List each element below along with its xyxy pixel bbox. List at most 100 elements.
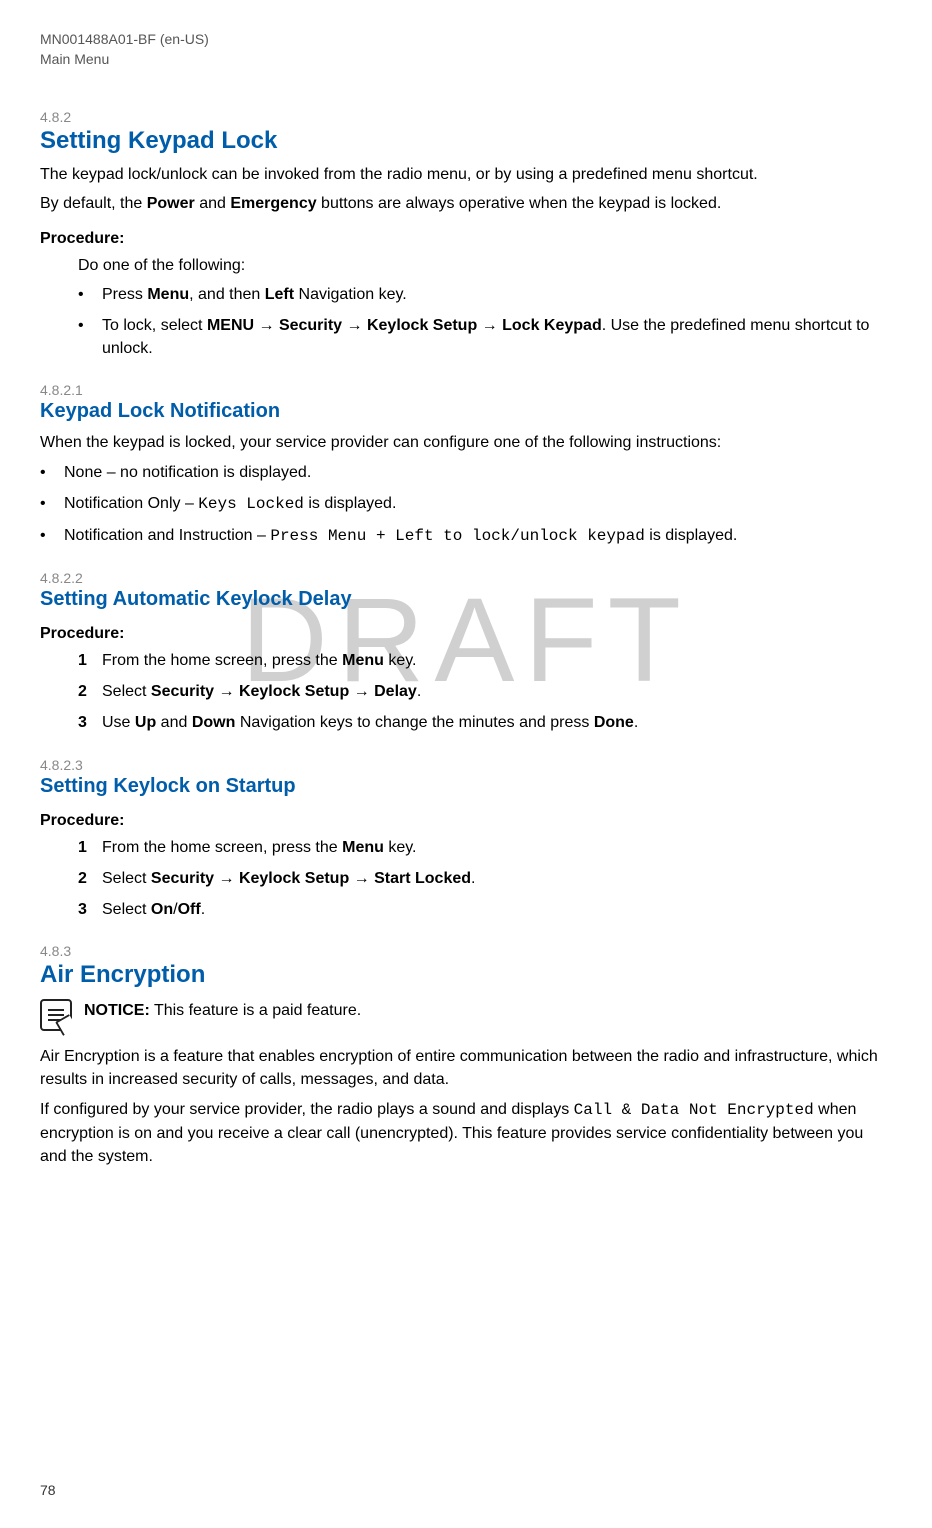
bold-text: Left — [265, 286, 294, 303]
text: is displayed. — [304, 495, 397, 512]
bold-text: Security — [279, 317, 342, 334]
text: key. — [384, 839, 417, 856]
page-content: 4.8.2 Setting Keypad Lock The keypad loc… — [40, 109, 892, 1168]
text: → — [349, 870, 374, 887]
text: This feature is a paid feature. — [150, 1002, 361, 1019]
monospace-text: Call & Data Not Encrypted — [574, 1101, 814, 1119]
section-title: Keypad Lock Notification — [40, 400, 892, 423]
bold-text: Keylock Setup — [239, 870, 349, 887]
bold-text: Off — [178, 901, 201, 918]
numbered-list: 1 From the home screen, press the Menu k… — [78, 649, 892, 735]
bold-text: Up — [135, 714, 156, 731]
list-item: To lock, select MENU → Security → Keyloc… — [78, 314, 892, 360]
section-title: Setting Automatic Keylock Delay — [40, 588, 892, 611]
bold-text: Done — [594, 714, 634, 731]
text: Select — [102, 683, 151, 700]
text: buttons are always operative when the ke… — [317, 195, 722, 212]
bold-text: Emergency — [230, 195, 316, 212]
section-title: Setting Keylock on Startup — [40, 775, 892, 798]
text: Select — [102, 870, 151, 887]
text: Use — [102, 714, 135, 731]
page-header: MN001488A01-BF (en-US) Main Menu — [40, 30, 892, 69]
text: Notification and Instruction – — [64, 527, 270, 544]
text: Navigation keys to change the minutes an… — [235, 714, 593, 731]
text: From the home screen, press the — [102, 839, 342, 856]
text: → — [477, 317, 502, 334]
procedure-label: Procedure: — [40, 625, 892, 643]
text: From the home screen, press the — [102, 652, 342, 669]
notice-text: NOTICE: This feature is a paid feature. — [84, 999, 361, 1022]
bold-text: Down — [192, 714, 236, 731]
section-path: Main Menu — [40, 50, 892, 70]
bold-text: Lock Keypad — [502, 317, 602, 334]
body-text: When the keypad is locked, your service … — [40, 431, 892, 454]
text: → — [254, 317, 279, 334]
bold-text: Power — [147, 195, 195, 212]
text: , and then — [189, 286, 265, 303]
text: . — [471, 870, 475, 887]
page-number: 78 — [40, 1482, 56, 1498]
text: and — [156, 714, 192, 731]
bold-text: Delay — [374, 683, 417, 700]
list-item: None – no notification is displayed. — [40, 461, 892, 484]
bold-text: MENU — [207, 317, 254, 334]
text: . — [417, 683, 421, 700]
section-number: 4.8.2 — [40, 109, 892, 125]
numbered-list: 1 From the home screen, press the Menu k… — [78, 836, 892, 922]
text: → — [349, 683, 374, 700]
step-number: 2 — [78, 867, 87, 890]
text: Notification Only – — [64, 495, 198, 512]
notice-icon — [40, 999, 72, 1031]
body-text: The keypad lock/unlock can be invoked fr… — [40, 163, 892, 186]
list-item: 3 Use Up and Down Navigation keys to cha… — [78, 711, 892, 734]
section-number: 4.8.2.1 — [40, 382, 892, 398]
list-item: 2 Select Security → Keylock Setup → Dela… — [78, 680, 892, 703]
bold-text: On — [151, 901, 173, 918]
text: and — [195, 195, 231, 212]
text: . — [634, 714, 638, 731]
section-number: 4.8.2.2 — [40, 570, 892, 586]
text: If configured by your service provider, … — [40, 1101, 574, 1118]
step-number: 3 — [78, 898, 87, 921]
step-number: 2 — [78, 680, 87, 703]
bold-text: Menu — [147, 286, 189, 303]
procedure-label: Procedure: — [40, 230, 892, 248]
monospace-text: Press Menu + Left to lock/unlock keypad — [270, 527, 644, 545]
body-text: By default, the Power and Emergency butt… — [40, 192, 892, 215]
text: Select — [102, 901, 151, 918]
body-text: If configured by your service provider, … — [40, 1098, 892, 1169]
bold-text: Keylock Setup — [367, 317, 477, 334]
text: is displayed. — [645, 527, 738, 544]
step-number: 1 — [78, 836, 87, 859]
doc-id: MN001488A01-BF (en-US) — [40, 30, 892, 50]
bullet-list: Press Menu, and then Left Navigation key… — [78, 283, 892, 361]
bold-text: Menu — [342, 839, 384, 856]
procedure-label: Procedure: — [40, 812, 892, 830]
section-title: Setting Keypad Lock — [40, 127, 892, 155]
text: → — [214, 683, 239, 700]
list-item: Press Menu, and then Left Navigation key… — [78, 283, 892, 306]
bold-text: Menu — [342, 652, 384, 669]
monospace-text: Keys Locked — [198, 495, 304, 513]
step-number: 1 — [78, 649, 87, 672]
list-item: 1 From the home screen, press the Menu k… — [78, 836, 892, 859]
bold-text: Start Locked — [374, 870, 471, 887]
text: → — [214, 870, 239, 887]
list-item: 1 From the home screen, press the Menu k… — [78, 649, 892, 672]
text: Press — [102, 286, 147, 303]
bullet-list: None – no notification is displayed. Not… — [40, 461, 892, 549]
notice-label: NOTICE: — [84, 1002, 150, 1019]
section-number: 4.8.2.3 — [40, 757, 892, 773]
list-item: Notification Only – Keys Locked is displ… — [40, 492, 892, 516]
instruction-text: Do one of the following: — [78, 254, 892, 277]
step-number: 3 — [78, 711, 87, 734]
text: . — [201, 901, 205, 918]
section-title: Air Encryption — [40, 961, 892, 989]
text: → — [342, 317, 367, 334]
body-text: Air Encryption is a feature that enables… — [40, 1045, 892, 1091]
list-item: 2 Select Security → Keylock Setup → Star… — [78, 867, 892, 890]
notice-block: NOTICE: This feature is a paid feature. — [40, 999, 892, 1031]
list-item: Notification and Instruction – Press Men… — [40, 524, 892, 548]
text: By default, the — [40, 195, 147, 212]
section-number: 4.8.3 — [40, 943, 892, 959]
